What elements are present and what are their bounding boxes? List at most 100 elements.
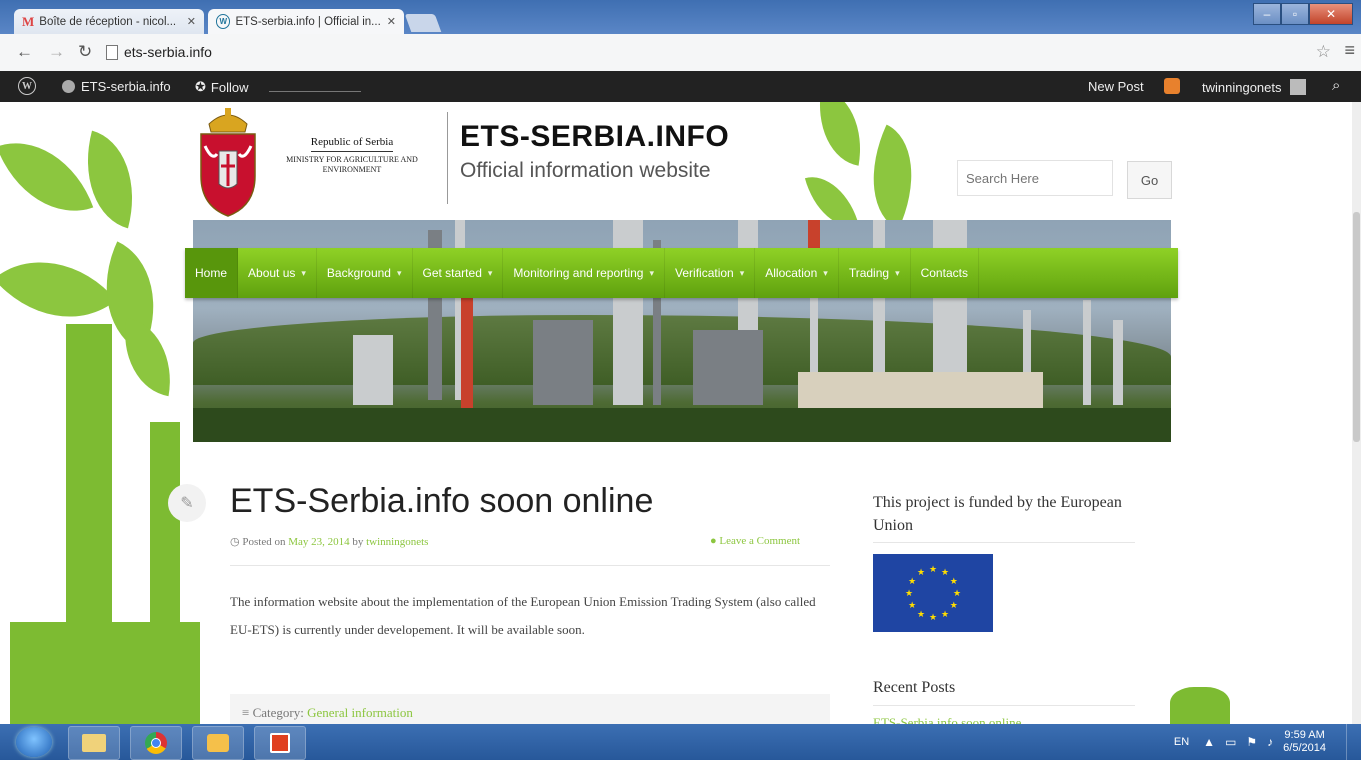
tab-ets-serbia[interactable]: W ETS-serbia.info | Official in... ✕ [208, 9, 404, 34]
follow-button[interactable]: ✪ Follow [195, 79, 248, 95]
eu-star: ★ [950, 576, 958, 586]
new-tab-button[interactable] [404, 14, 442, 32]
back-arrow-icon[interactable]: ← [16, 42, 33, 62]
page-icon [106, 44, 118, 60]
header-divider [447, 112, 448, 204]
eu-star: ★ [908, 576, 916, 586]
chevron-down-icon: ▾ [649, 267, 655, 278]
post-excerpt: The information website about the implem… [230, 594, 816, 637]
republic-label: Republic of Serbia [310, 136, 394, 152]
menu-icon[interactable]: ≡ [1344, 40, 1355, 61]
search-go-button[interactable]: Go [1127, 161, 1172, 199]
eu-star: ★ [950, 600, 958, 610]
close-icon[interactable]: ✕ [381, 15, 396, 28]
close-window-button[interactable]: ✕ [1309, 3, 1353, 25]
clock-date: 6/5/2014 [1283, 742, 1326, 754]
eu-flag-icon[interactable]: ★ ★★★★★★★★★★★ [873, 554, 993, 632]
site-title[interactable]: ETS-SERBIA.INFO [460, 120, 729, 154]
wp-admin-bar: W ETS-serbia.info ✪ Follow New Post twin… [0, 71, 1361, 102]
eu-star: ★ [917, 609, 925, 619]
follow-icon: ✪ [195, 79, 206, 94]
windows-taskbar: EN ▲ ▭ ⚑ ♪ 9:59 AM 6/5/2014 [0, 724, 1361, 760]
start-button[interactable] [16, 727, 52, 757]
tab-gmail-label: Boîte de réception - nicol... [39, 15, 177, 28]
browser-tab-strip: M Boîte de réception - nicol... ✕ W ETS-… [0, 0, 1361, 34]
url-text: ets-serbia.info [124, 44, 212, 60]
nav-contacts[interactable]: Contacts [911, 248, 979, 298]
minimize-button[interactable]: – [1253, 3, 1281, 25]
gmail-icon: M [22, 13, 35, 29]
pencil-icon: ✎ [168, 484, 206, 522]
site-tagline: Official information website [460, 159, 711, 182]
nav-verification[interactable]: Verification ▾ [665, 248, 756, 298]
nav-monitoring-and-reporting[interactable]: Monitoring and reporting ▾ [503, 248, 666, 298]
search-input[interactable] [957, 160, 1113, 196]
avatar [1289, 79, 1306, 95]
maximize-button[interactable]: ▫ [1281, 3, 1309, 25]
url-field[interactable]: ets-serbia.info [106, 41, 1306, 63]
folder-icon [82, 734, 106, 752]
bookmark-star-icon[interactable]: ☆ [1316, 42, 1331, 62]
nav-about-us[interactable]: About us ▾ [238, 248, 317, 298]
post-author-link[interactable]: twinningonets [366, 536, 428, 548]
leave-comment-link[interactable]: ● Leave a Comment [710, 535, 800, 547]
ministry-label: MINISTRY FOR AGRICULTURE AND ENVIRONMENT [286, 155, 418, 174]
volume-icon[interactable]: ♪ [1267, 735, 1273, 749]
by-label: by [352, 536, 364, 548]
action-center-icon[interactable]: ⚑ [1246, 735, 1257, 749]
nav-trading[interactable]: Trading ▾ [839, 248, 911, 298]
post-title[interactable]: ETS-Serbia.info soon online [230, 482, 653, 521]
new-post-label: New Post [1088, 79, 1144, 94]
eu-star: ★ [929, 612, 937, 622]
presentation-app-icon [270, 733, 290, 753]
tab-ets-label: ETS-serbia.info | Official in... [235, 15, 381, 28]
nav-allocation[interactable]: Allocation ▾ [755, 248, 839, 298]
funded-widget-title: This project is funded by the European U… [873, 494, 1122, 534]
nav-background[interactable]: Background ▾ [317, 248, 413, 298]
search-icon[interactable]: ⌕ [1332, 77, 1340, 94]
admin-site-link[interactable]: ETS-serbia.info [62, 79, 171, 94]
tab-gmail[interactable]: M Boîte de réception - nicol... ✕ [14, 9, 204, 34]
nav-get-started[interactable]: Get started ▾ [413, 248, 504, 298]
system-tray: EN ▲ ▭ ⚑ ♪ 9:59 AM 6/5/2014 [1174, 724, 1361, 760]
chevron-down-icon: ▾ [823, 267, 828, 278]
taskbar-explorer[interactable] [68, 726, 120, 760]
language-indicator[interactable]: EN [1174, 736, 1189, 748]
new-post-button[interactable]: New Post [1088, 79, 1144, 94]
category-link[interactable]: General information [307, 705, 413, 720]
follow-label: Follow [210, 79, 249, 95]
close-icon[interactable]: ✕ [181, 15, 196, 28]
chevron-down-icon: ▾ [895, 267, 900, 278]
chevron-down-icon: ▾ [396, 267, 402, 278]
post-category-bar: ≡ Category: General information [230, 694, 830, 724]
notifications-icon[interactable] [1164, 78, 1180, 94]
recent-posts-title: Recent Posts [873, 679, 956, 696]
taskbar-mail[interactable] [192, 726, 244, 760]
page-scrollbar[interactable] [1352, 102, 1361, 724]
recent-post-link[interactable]: ETS-Serbia.info soon online [873, 715, 1021, 724]
list-icon: ≡ [242, 705, 250, 720]
comment-icon: ● [710, 535, 717, 547]
clock[interactable]: 9:59 AM 6/5/2014 [1283, 729, 1326, 755]
show-hidden-icons-icon[interactable]: ▲ [1203, 735, 1215, 749]
user-menu[interactable]: twinningonets [1202, 79, 1306, 95]
post-date-link[interactable]: May 23, 2014 [288, 536, 349, 548]
taskbar-app[interactable] [254, 726, 306, 760]
eu-star: ★ [941, 567, 949, 577]
reload-icon[interactable]: ↻ [78, 42, 92, 62]
widget-divider [873, 705, 1135, 706]
leave-comment-label: Leave a Comment [719, 535, 801, 547]
eu-star: ★ [908, 600, 916, 610]
chevron-down-icon: ▾ [487, 267, 493, 278]
nav-home[interactable]: Home [185, 248, 239, 298]
eu-star: ★ [917, 567, 925, 577]
show-desktop-button[interactable] [1346, 724, 1361, 760]
wordpress-icon: W [216, 14, 231, 29]
admin-site-label: ETS-serbia.info [81, 79, 171, 94]
wordpress-logo-icon[interactable]: W [18, 77, 36, 95]
forward-arrow-icon[interactable]: → [48, 42, 65, 62]
network-icon[interactable]: ▭ [1225, 735, 1236, 749]
scrollbar-thumb[interactable] [1353, 212, 1360, 442]
eu-star: ★ [929, 564, 937, 574]
taskbar-chrome[interactable] [130, 726, 182, 760]
